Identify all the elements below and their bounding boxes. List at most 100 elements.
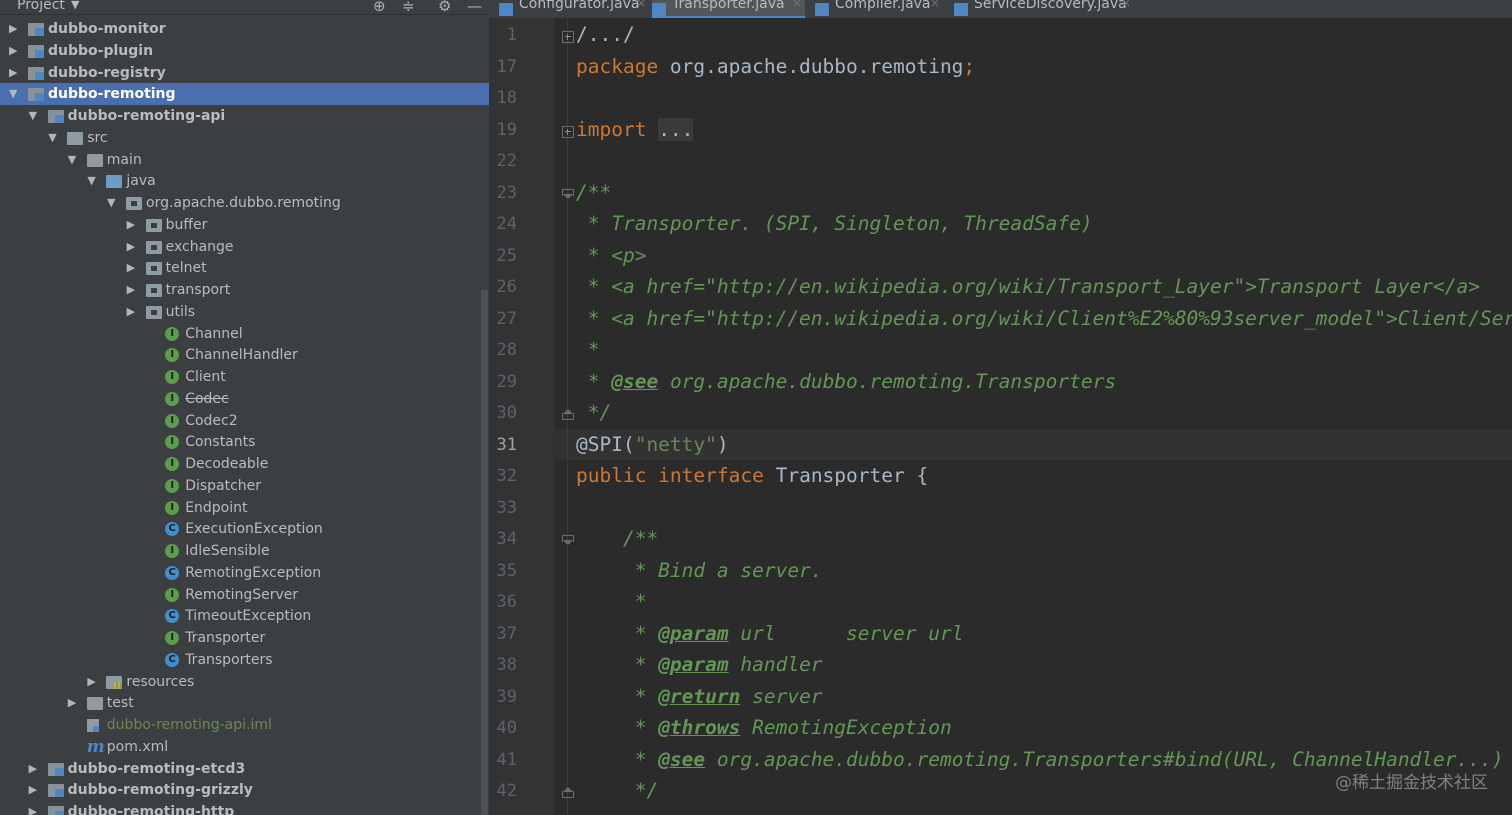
tree-item[interactable]: ▶ dubbo-remoting-http <box>0 801 489 815</box>
tree-item[interactable]: ▶ exchange <box>0 236 489 258</box>
code-editor[interactable]: 1 17 18 19 22 23 24 25 26 27 28 29 30 31 32 33 34 35 36 37 3… <box>489 18 1512 815</box>
code-line[interactable]: * @see org.apache.dubbo.remoting.Transpo… <box>576 370 1116 393</box>
code-line[interactable]: /** <box>576 527 658 550</box>
gear-icon[interactable]: ⚙ <box>438 0 451 15</box>
tree-item[interactable]: ▶ telnet <box>0 257 489 279</box>
tree-item[interactable]: I Channel <box>0 323 489 345</box>
tree-item[interactable]: I Decodeable <box>0 453 489 475</box>
code-line[interactable]: * <p> <box>576 244 647 267</box>
tree-item[interactable]: I Endpoint <box>0 497 489 519</box>
fold-marker-icon[interactable] <box>562 188 574 199</box>
tree-item[interactable]: ▶ dubbo-monitor <box>0 18 489 40</box>
tree-item[interactable]: I RemotingServer <box>0 584 489 606</box>
expand-arrow-right-icon[interactable]: ▶ <box>9 22 17 35</box>
tree-item[interactable]: ▶ dubbo-registry <box>0 62 489 84</box>
expand-arrow-right-icon[interactable]: ▶ <box>9 44 17 57</box>
tree-item[interactable]: C ExecutionException <box>0 518 489 540</box>
tree-item[interactable]: ▶ resources <box>0 671 489 693</box>
tree-item[interactable]: ▶ dubbo-remoting-etcd3 <box>0 758 489 780</box>
code-line[interactable]: * Bind a server. <box>576 559 823 582</box>
code-line[interactable]: /.../ <box>576 23 635 46</box>
tree-item[interactable]: I Transporter <box>0 627 489 649</box>
editor-tab[interactable]: Compiler.java × <box>815 0 943 18</box>
collapse-all-icon[interactable]: ≑ <box>402 0 415 15</box>
tree-item[interactable]: C RemotingException <box>0 562 489 584</box>
code-line[interactable]: * <box>576 338 600 361</box>
code-line[interactable]: public interface Transporter { <box>576 464 928 487</box>
tree-item[interactable]: ▶ utils <box>0 301 489 323</box>
tree-item[interactable]: ▼ java <box>0 170 489 192</box>
tree-scrollbar[interactable] <box>481 290 488 815</box>
fold-marker-icon[interactable] <box>562 409 574 420</box>
tree-item[interactable]: ▶ dubbo-plugin <box>0 40 489 62</box>
class-icon: C <box>165 522 180 537</box>
expand-arrow-down-icon[interactable]: ▼ <box>9 87 17 100</box>
editor-tab[interactable]: ServiceDiscovery.java × <box>954 0 1134 18</box>
expand-arrow-right-icon[interactable]: ▶ <box>68 696 76 709</box>
tree-item[interactable]: m pom.xml <box>0 736 489 758</box>
expand-arrow-down-icon[interactable]: ▼ <box>107 196 115 209</box>
close-icon[interactable]: × <box>792 0 802 10</box>
code-line[interactable]: * <a href="http://en.wikipedia.org/wiki/… <box>576 307 1512 330</box>
tree-item[interactable]: C TimeoutException <box>0 605 489 627</box>
expand-arrow-right-icon[interactable]: ▶ <box>127 305 135 318</box>
fold-expand-icon[interactable] <box>562 125 574 138</box>
tree-item[interactable]: I ChannelHandler <box>0 344 489 366</box>
locate-icon[interactable]: ⊕ <box>373 0 386 15</box>
code-line[interactable]: * @param handler <box>576 653 823 676</box>
code-line[interactable]: * @return server <box>576 685 823 708</box>
code-line[interactable]: * @throws RemotingException <box>576 716 952 739</box>
chevron-down-icon[interactable]: ▼ <box>71 0 79 11</box>
expand-arrow-right-icon[interactable]: ▶ <box>127 283 135 296</box>
tree-item[interactable]: I Codec2 <box>0 410 489 432</box>
tree-item[interactable]: ▶ dubbo-remoting-grizzly <box>0 779 489 801</box>
tree-item[interactable]: I Constants <box>0 431 489 453</box>
fold-expand-icon[interactable] <box>562 31 574 43</box>
code-line[interactable]: * @param url server url <box>576 622 964 645</box>
editor-tab[interactable]: Configurator.java × <box>499 0 649 18</box>
tree-item[interactable]: I Codec <box>0 388 489 410</box>
fold-marker-icon[interactable] <box>562 535 574 545</box>
fold-marker-icon[interactable] <box>562 787 574 798</box>
expand-arrow-right-icon[interactable]: ▶ <box>29 762 37 775</box>
code-line[interactable]: /** <box>576 181 611 204</box>
project-view-selector[interactable]: Project <box>17 0 65 13</box>
code-line[interactable]: */ <box>576 779 659 802</box>
tree-item[interactable]: I Client <box>0 366 489 388</box>
expand-arrow-right-icon[interactable]: ▶ <box>9 66 17 79</box>
code-line[interactable]: * <box>576 590 647 613</box>
hide-panel-icon[interactable]: — <box>467 0 482 15</box>
tree-item[interactable]: I IdleSensible <box>0 540 489 562</box>
tree-item[interactable]: ▼ org.apache.dubbo.remoting <box>0 192 489 214</box>
expand-arrow-right-icon[interactable]: ▶ <box>29 805 37 815</box>
code-line[interactable]: * Transporter. (SPI, Singleton, ThreadSa… <box>576 212 1093 235</box>
expand-arrow-down-icon[interactable]: ▼ <box>87 174 95 187</box>
expand-arrow-down-icon[interactable]: ▼ <box>48 131 56 144</box>
close-icon[interactable]: × <box>636 0 646 10</box>
expand-arrow-right-icon[interactable]: ▶ <box>87 675 95 688</box>
tree-item[interactable]: I Dispatcher <box>0 475 489 497</box>
close-icon[interactable]: × <box>930 0 940 10</box>
expand-arrow-down-icon[interactable]: ▼ <box>29 109 37 122</box>
code-line[interactable]: * <a href="http://en.wikipedia.org/wiki/… <box>576 275 1480 298</box>
tree-item[interactable]: C Transporters <box>0 649 489 671</box>
expand-arrow-right-icon[interactable]: ▶ <box>127 261 135 274</box>
editor-tab[interactable]: Transporter.java × <box>652 0 805 18</box>
tree-item[interactable]: ▶ transport <box>0 279 489 301</box>
tree-item[interactable]: ▶ test <box>0 692 489 714</box>
tree-item[interactable]: dubbo-remoting-api.iml <box>0 714 489 736</box>
tree-item[interactable]: ▼ dubbo-remoting-api <box>0 105 489 127</box>
tree-item[interactable]: ▼ src <box>0 127 489 149</box>
code-line[interactable]: @SPI("netty") <box>576 433 729 456</box>
expand-arrow-right-icon[interactable]: ▶ <box>29 783 37 796</box>
expand-arrow-right-icon[interactable]: ▶ <box>127 240 135 253</box>
expand-arrow-right-icon[interactable]: ▶ <box>127 218 135 231</box>
code-line[interactable]: import ... <box>576 117 694 141</box>
tree-item[interactable]: ▶ buffer <box>0 214 489 236</box>
close-icon[interactable]: × <box>1121 0 1131 10</box>
code-line[interactable]: */ <box>576 401 612 424</box>
tree-item[interactable]: ▼ main <box>0 149 489 171</box>
code-line[interactable]: package org.apache.dubbo.remoting; <box>576 55 975 78</box>
tree-item[interactable]: ▼ dubbo-remoting <box>0 83 489 106</box>
expand-arrow-down-icon[interactable]: ▼ <box>68 153 76 166</box>
